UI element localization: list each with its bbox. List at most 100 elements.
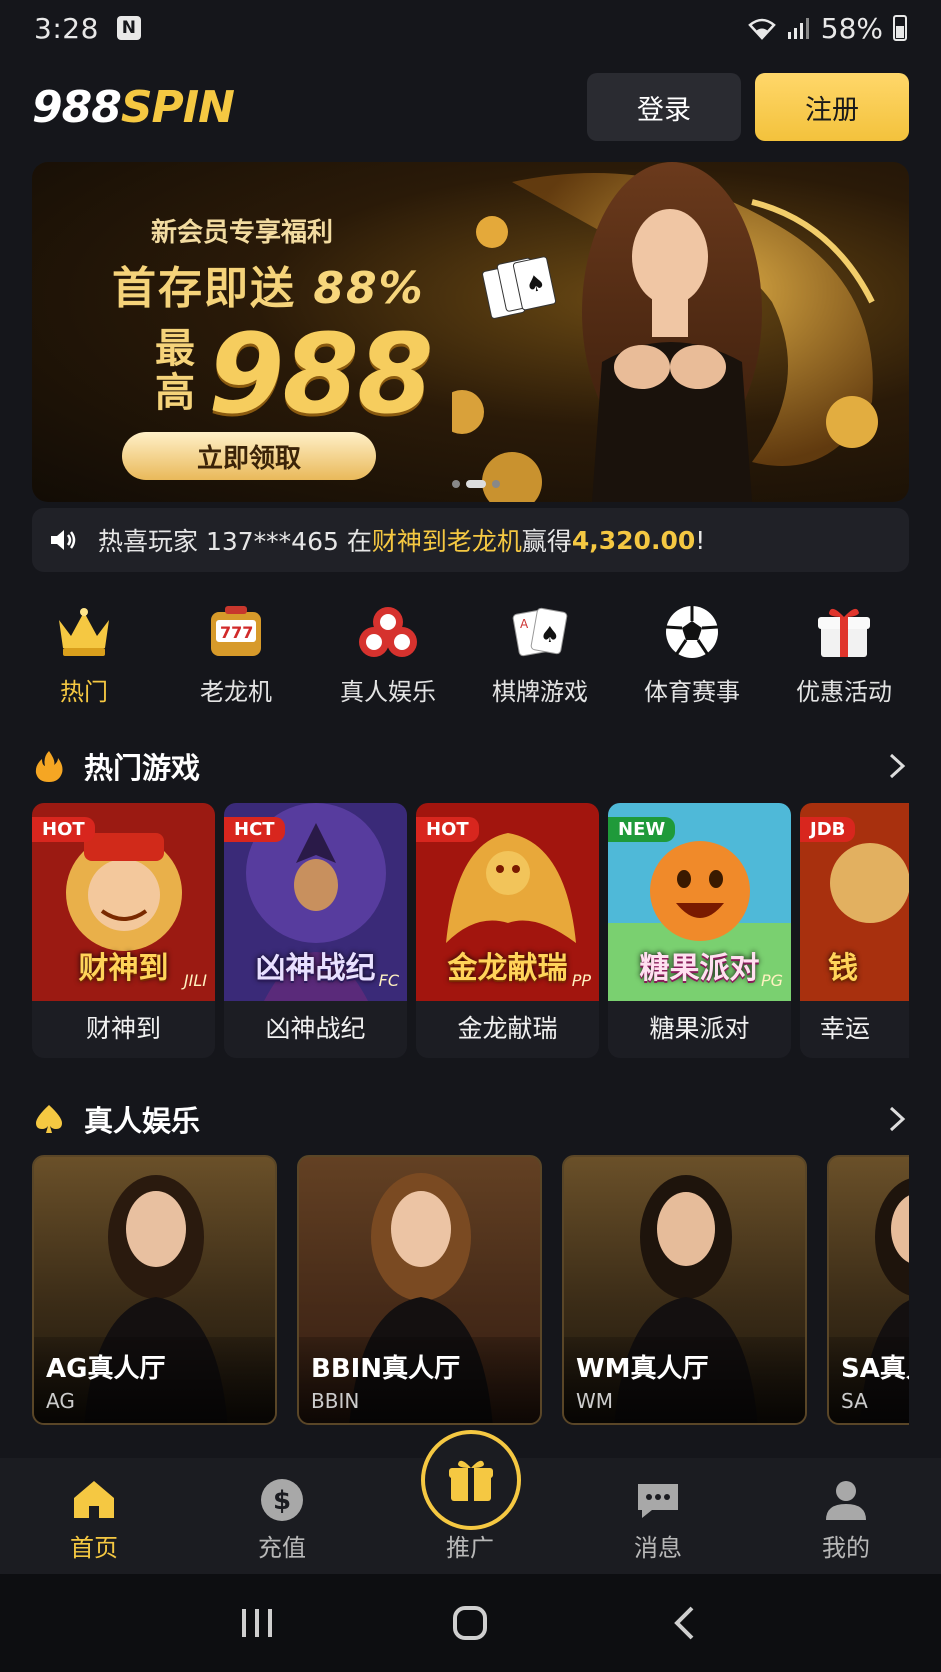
svg-text:$: $ xyxy=(273,1486,291,1516)
game-tag: HCT xyxy=(224,817,285,842)
status-bar: 3:28 N 58% xyxy=(0,0,941,56)
casino-chips-icon xyxy=(356,600,420,664)
banner-main-text: 首存即送 xyxy=(112,263,296,314)
banner-dot[interactable] xyxy=(452,480,460,488)
logo[interactable]: 988SPIN xyxy=(32,81,235,133)
fire-icon xyxy=(35,751,63,782)
spade-icon xyxy=(36,1105,62,1133)
live-room-name: BBIN真人厅 xyxy=(311,1354,461,1384)
category-label: 棋牌游戏 xyxy=(492,678,588,706)
category-label: 热门 xyxy=(60,678,108,706)
tab-deposit[interactable]: $ 充值 xyxy=(188,1458,376,1574)
announcement-amount: 4,320.00 xyxy=(571,525,696,555)
game-tag: HOT xyxy=(416,817,479,842)
svg-text:♠: ♠ xyxy=(540,623,560,648)
game-name: 幸运 xyxy=(820,1014,871,1043)
system-navigation-bar xyxy=(0,1574,941,1672)
recents-button[interactable] xyxy=(232,1598,282,1648)
back-button[interactable] xyxy=(659,1598,709,1648)
promote-button[interactable] xyxy=(421,1430,521,1530)
hot-games-header[interactable]: 热门游戏 xyxy=(32,741,909,791)
game-card[interactable]: JDB 钱 幸运 xyxy=(800,803,909,1058)
game-provider: PP xyxy=(571,971,591,990)
chevron-right-icon[interactable] xyxy=(885,751,909,781)
banner-dot-active[interactable] xyxy=(466,480,486,488)
banner-claim-button[interactable]: 立即领取 xyxy=(122,432,376,480)
category-hot[interactable]: 热门 xyxy=(8,600,160,710)
live-room-card[interactable]: SA真人厅 SA xyxy=(827,1155,909,1425)
slot-machine-icon: 777 xyxy=(204,600,268,664)
logo-part1: 988 xyxy=(32,81,122,133)
home-system-button[interactable] xyxy=(445,1598,495,1648)
soccer-ball-icon xyxy=(660,600,724,664)
header-buttons: 登录 注册 xyxy=(587,73,909,141)
tab-label: 首页 xyxy=(70,1534,118,1562)
tab-label: 充值 xyxy=(258,1534,306,1562)
tab-home[interactable]: 首页 xyxy=(0,1458,188,1574)
announcement-middle: 赢得 xyxy=(521,527,572,556)
live-room-code: SA xyxy=(841,1389,868,1413)
announcement-suffix: ! xyxy=(695,525,706,555)
game-provider: FC xyxy=(378,971,399,990)
wifi-icon xyxy=(747,18,776,40)
live-room-card[interactable]: WM真人厅 WM xyxy=(562,1155,807,1425)
gift-icon xyxy=(812,600,876,664)
logo-part2: SPIN xyxy=(120,81,235,133)
notification-icon: N xyxy=(116,16,141,40)
category-live[interactable]: 真人娱乐 xyxy=(312,600,464,710)
live-room-card[interactable]: AG真人厅 AG xyxy=(32,1155,277,1425)
recents-icon xyxy=(241,1609,272,1637)
signal-icon xyxy=(787,18,809,39)
promo-banner[interactable]: 新会员专享福利 首存即送 88% 最高 988 立即领取 ♠ xyxy=(32,162,909,502)
game-title-art: 钱 xyxy=(828,951,858,986)
live-room-card[interactable]: BBIN真人厅 BBIN xyxy=(297,1155,542,1425)
live-room-name: SA真人厅 xyxy=(841,1354,909,1384)
game-name: 金龙献瑞 xyxy=(457,1014,558,1043)
svg-text:777: 777 xyxy=(220,623,253,642)
category-label: 老龙机 xyxy=(200,678,272,706)
section-title: 热门游戏 xyxy=(84,751,201,785)
game-tag: HOT xyxy=(32,817,95,842)
section-title: 真人娱乐 xyxy=(84,1104,201,1138)
game-tag: JDB xyxy=(800,817,856,842)
tab-messages[interactable]: 消息 xyxy=(564,1458,752,1574)
banner-dot[interactable] xyxy=(492,480,500,488)
game-name: 凶神战纪 xyxy=(265,1014,366,1043)
live-casino-header[interactable]: 真人娱乐 xyxy=(32,1094,909,1144)
category-label: 优惠活动 xyxy=(796,678,892,706)
banner-illustration: ♠ xyxy=(452,162,878,502)
status-indicators: 58% xyxy=(747,12,907,45)
category-slots[interactable]: 777 老龙机 xyxy=(160,600,312,710)
register-button[interactable]: 注册 xyxy=(755,73,909,141)
home-icon xyxy=(74,1481,114,1518)
game-card[interactable]: NEW 糖果派对 PG 糖果派对 xyxy=(608,803,791,1058)
login-button[interactable]: 登录 xyxy=(587,73,741,141)
game-provider: JILI xyxy=(183,971,207,990)
status-time: 3:28 xyxy=(34,11,99,45)
category-label: 体育赛事 xyxy=(644,678,740,706)
battery-percent: 58% xyxy=(820,11,883,45)
category-promos[interactable]: 优惠活动 xyxy=(768,600,920,710)
live-room-code: AG xyxy=(46,1389,75,1413)
user-icon xyxy=(826,1481,866,1520)
game-card[interactable]: HOT 金龙献瑞 PP 金龙献瑞 xyxy=(416,803,599,1058)
home-circle-icon xyxy=(453,1606,488,1640)
crown-icon xyxy=(52,600,116,664)
game-provider: PG xyxy=(760,971,783,990)
category-cards[interactable]: ♠ A 棋牌游戏 xyxy=(464,600,616,710)
tab-label: 推广 xyxy=(446,1534,494,1562)
chevron-right-icon[interactable] xyxy=(885,1104,909,1134)
banner-percent: 88% xyxy=(313,263,425,314)
banner-pagination[interactable] xyxy=(452,480,500,488)
back-icon xyxy=(674,1606,694,1640)
announcement-game: 财神到老龙机 xyxy=(371,527,522,556)
game-name: 财神到 xyxy=(85,1014,161,1043)
category-sports[interactable]: 体育赛事 xyxy=(616,600,768,710)
game-name: 糖果派对 xyxy=(649,1014,750,1043)
hot-games-list: HOT 财神到 JILI 财神到 HCT 凶神战纪 FC 凶神战纪 HOT 金龙… xyxy=(32,803,909,1058)
tab-profile[interactable]: 我的 xyxy=(752,1458,940,1574)
game-card[interactable]: HOT 财神到 JILI 财神到 xyxy=(32,803,215,1058)
game-tag: NEW xyxy=(608,817,676,842)
game-card[interactable]: HCT 凶神战纪 FC 凶神战纪 xyxy=(224,803,407,1058)
announcement-prefix: 热喜玩家 137***465 在 xyxy=(98,527,372,556)
